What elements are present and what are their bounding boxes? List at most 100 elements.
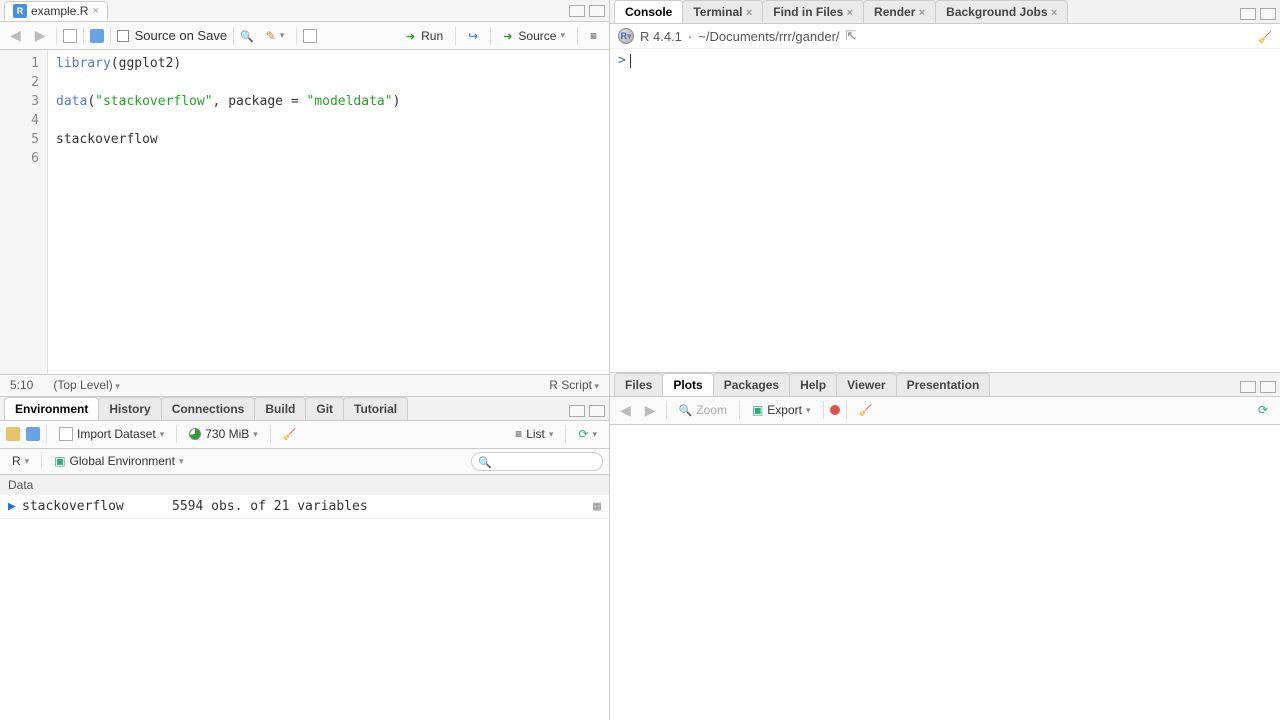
expand-icon[interactable]: ▶: [8, 499, 22, 514]
editor-toolbar: ◀ ▶ Source on Save Run Source: [0, 22, 609, 50]
language-scope[interactable]: R: [6, 452, 35, 470]
editor-tab-filename: example.R: [31, 4, 88, 18]
rerun-button[interactable]: [462, 27, 484, 45]
list-icon: [515, 427, 522, 441]
pie-chart-icon: [189, 428, 201, 440]
tab-history[interactable]: History: [98, 397, 161, 420]
view-data-icon[interactable]: ▦: [593, 499, 601, 514]
load-workspace-icon[interactable]: [6, 427, 20, 441]
console-tab-bar: Console Terminal × Find in Files × Rende…: [610, 0, 1280, 24]
import-icon: [59, 427, 73, 441]
env-search-input[interactable]: [496, 454, 596, 468]
nav-back-icon[interactable]: ◀: [6, 27, 25, 44]
refresh-env-button[interactable]: [572, 425, 603, 443]
filetype-selector[interactable]: R Script: [549, 378, 599, 392]
show-in-new-window-icon[interactable]: [63, 29, 77, 43]
tab-build[interactable]: Build: [254, 397, 306, 420]
export-button[interactable]: ▣ Export: [746, 401, 817, 419]
clear-console-icon[interactable]: [1258, 29, 1272, 44]
plots-body: [610, 425, 1280, 720]
close-icon[interactable]: ×: [847, 7, 853, 19]
wd-popup-icon[interactable]: ⇱: [846, 28, 857, 44]
clear-workspace-icon[interactable]: [277, 426, 303, 443]
run-button[interactable]: Run: [400, 27, 449, 45]
save-icon[interactable]: [90, 29, 104, 43]
tab-background-jobs[interactable]: Background Jobs ×: [935, 0, 1068, 23]
console-cursor: [630, 54, 631, 68]
tab-render[interactable]: Render ×: [863, 0, 936, 23]
remove-plot-icon[interactable]: [830, 405, 840, 415]
compile-report-icon[interactable]: [303, 29, 317, 43]
tab-packages[interactable]: Packages: [713, 373, 790, 396]
env-var-desc: 5594 obs. of 21 variables: [172, 499, 593, 514]
minimize-env-button[interactable]: [569, 405, 585, 417]
code-editor[interactable]: 123456 library(ggplot2) data("stackoverf…: [0, 50, 609, 374]
env-tab-bar: Environment History Connections Build Gi…: [0, 397, 609, 421]
save-workspace-icon[interactable]: [26, 427, 40, 441]
plots-toolbar: ◀ ▶ Zoom ▣ Export: [610, 397, 1280, 425]
plot-next-icon[interactable]: ▶: [641, 402, 660, 419]
minimize-plots-button[interactable]: [1240, 381, 1256, 393]
nav-forward-icon[interactable]: ▶: [31, 27, 50, 44]
env-data-row[interactable]: ▶ stackoverflow 5594 obs. of 21 variable…: [0, 495, 609, 519]
console-body[interactable]: >: [610, 49, 1280, 372]
r-logo-icon[interactable]: R: [618, 28, 634, 44]
r-file-icon: R: [13, 4, 27, 18]
zoom-icon: [679, 403, 693, 417]
console-prompt: >: [618, 53, 626, 68]
maximize-console-button[interactable]: [1260, 8, 1276, 20]
scope-selector[interactable]: (Top Level): [53, 378, 119, 392]
env-scope[interactable]: ▣ Global Environment: [48, 452, 189, 470]
source-icon: [503, 29, 514, 43]
tab-files[interactable]: Files: [614, 373, 663, 396]
tab-plots[interactable]: Plots: [662, 373, 713, 396]
editor-tab-bar: R example.R ×: [0, 0, 609, 22]
source-on-save-checkbox[interactable]: [117, 30, 129, 42]
tab-git[interactable]: Git: [305, 397, 344, 420]
refresh-plot-icon[interactable]: [1252, 401, 1274, 419]
working-directory: ~/Documents/rrr/gander/: [698, 29, 839, 44]
env-var-name: stackoverflow: [22, 499, 172, 514]
line-gutter: 123456: [0, 50, 48, 374]
env-search[interactable]: [471, 452, 603, 471]
memory-usage-button[interactable]: 730 MiB: [183, 425, 264, 443]
r-version: R 4.4.1: [640, 29, 682, 44]
env-section-label: Data: [0, 475, 609, 495]
maximize-env-button[interactable]: [589, 405, 605, 417]
find-replace-icon[interactable]: [240, 28, 254, 43]
plots-tab-bar: Files Plots Packages Help Viewer Present…: [610, 373, 1280, 397]
close-icon[interactable]: ×: [1051, 7, 1057, 19]
code-body[interactable]: library(ggplot2) data("stackoverflow", p…: [48, 50, 609, 374]
tab-environment[interactable]: Environment: [4, 397, 99, 420]
source-on-save-label: Source on Save: [135, 28, 228, 43]
tab-tutorial[interactable]: Tutorial: [343, 397, 408, 420]
tab-console[interactable]: Console: [614, 0, 683, 23]
minimize-pane-button[interactable]: [569, 5, 585, 17]
source-button[interactable]: Source: [497, 27, 571, 45]
editor-tab[interactable]: R example.R ×: [4, 1, 108, 20]
code-tools-button[interactable]: [260, 27, 291, 45]
zoom-button[interactable]: Zoom: [673, 401, 733, 419]
minimize-console-button[interactable]: [1240, 8, 1256, 20]
tab-find-in-files[interactable]: Find in Files ×: [762, 0, 864, 23]
maximize-pane-button[interactable]: [589, 5, 605, 17]
import-dataset-button[interactable]: Import Dataset: [53, 425, 170, 443]
tab-viewer[interactable]: Viewer: [836, 373, 896, 396]
close-icon[interactable]: ×: [919, 7, 925, 19]
console-header: R R 4.4.1 · ~/Documents/rrr/gander/ ⇱: [610, 24, 1280, 49]
clear-plots-icon[interactable]: [853, 402, 879, 419]
tab-help[interactable]: Help: [789, 373, 837, 396]
plot-prev-icon[interactable]: ◀: [616, 402, 635, 419]
tab-connections[interactable]: Connections: [161, 397, 256, 420]
view-mode-button[interactable]: List: [509, 425, 559, 443]
env-toolbar: Import Dataset 730 MiB List: [0, 421, 609, 449]
outline-icon[interactable]: [584, 27, 603, 45]
search-icon: [478, 454, 492, 469]
env-body: Data ▶ stackoverflow 5594 obs. of 21 var…: [0, 475, 609, 720]
maximize-plots-button[interactable]: [1260, 381, 1276, 393]
tab-terminal[interactable]: Terminal ×: [682, 0, 763, 23]
tab-presentation[interactable]: Presentation: [896, 373, 991, 396]
editor-status-bar: 5:10 (Top Level) R Script: [0, 374, 609, 396]
close-icon[interactable]: ×: [746, 7, 752, 19]
close-icon[interactable]: ×: [92, 5, 98, 17]
